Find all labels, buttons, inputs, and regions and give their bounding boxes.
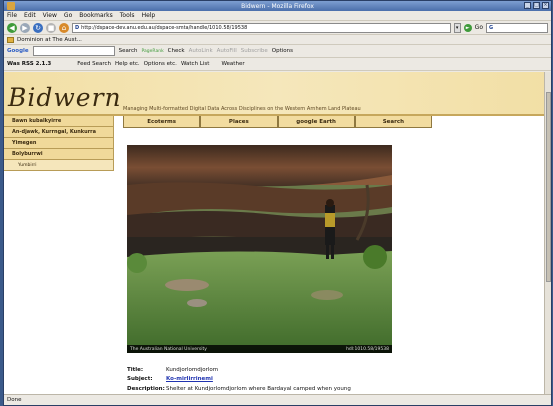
status-text: Done [7,397,22,403]
google-search-input[interactable] [32,46,115,56]
menu-help[interactable]: Help [142,12,156,19]
google-toolbar: Google Search PageRank Check AutoLink Au… [4,45,551,58]
menu-file[interactable]: File [7,12,17,19]
photo-caption: The Australian National University hdl:1… [127,345,392,353]
go-icon[interactable]: ► [463,23,472,32]
extension-toolbar: Was RSS 2.1.3 Feed Search Help etc. Opti… [4,58,551,71]
menu-bar: File Edit View Go Bookmarks Tools Help [4,11,551,21]
site-nav-tabs: Ecoterms Places google Earth Search [123,116,432,128]
tab-ecoterms[interactable]: Ecoterms [123,116,201,128]
subject-label: Subject: [127,376,153,383]
sidebar-item-yimegen[interactable]: Yimegen [4,138,114,149]
google-search-button[interactable]: Search [119,48,138,54]
menu-go[interactable]: Go [64,12,72,19]
stop-icon[interactable]: ■ [46,22,56,33]
tab-places[interactable]: Places [200,116,278,128]
scrollbar-thumb[interactable] [546,92,551,282]
feed-search-button[interactable]: Feed Search [77,61,111,67]
sidebar: Bawn kubalkyirre An-djawk, Kurrngal, Kun… [4,116,114,171]
site-favicon: D [75,24,80,31]
subject-link[interactable]: Ko-mirlirrinemi [166,376,213,382]
url-dropdown-icon[interactable]: ▾ [453,22,461,33]
sidebar-item-bolyburrwi[interactable]: Bolyburrwi [4,149,114,160]
back-icon[interactable]: ◀ [7,22,17,33]
menu-view[interactable]: View [43,12,57,19]
description-value: Shelter at Kundjorlomdjorlom where Barda… [166,385,351,392]
navigation-toolbar: ◀ ▶ ↻ ■ ⌂ D http://dspace-dev.anu.edu.au… [4,21,551,35]
title-bar: Bidwern - Mozilla Firefox _ □ × [4,1,551,11]
check-button[interactable]: Check [168,48,185,54]
description-row: Description: Shelter at Kundjorlomdjorlo… [127,384,351,394]
search-engine-label: G [489,24,494,31]
title-label: Title: [127,366,144,373]
weather-button[interactable]: Weather [221,61,244,67]
menu-tools[interactable]: Tools [120,12,135,19]
watch-list-button[interactable]: Watch List [181,61,210,67]
bookmark-icon [7,36,14,43]
page-content: Bidwern Managing Multi-formatted Digital… [4,72,551,395]
home-icon[interactable]: ⌂ [59,22,69,33]
status-bar: Done [4,394,551,405]
bookmarks-toolbar: Dominion at The Aust... [4,35,551,45]
close-icon[interactable]: × [542,2,549,9]
sidebar-item-an-djawk[interactable]: An-djawk, Kurrngal, Kunkurra [4,127,114,138]
rss-button[interactable]: Was RSS 2.1.3 [7,61,51,67]
menu-bookmarks[interactable]: Bookmarks [79,12,113,19]
minimize-icon[interactable]: _ [524,2,531,9]
title-row: Title: Kundjorlomdjorlom [127,365,351,375]
site-header: Bidwern Managing Multi-formatted Digital… [4,72,551,116]
subject-row: Subject: Ko-mirlirrinemi [127,375,351,385]
photo-credit: The Australian National University [130,346,207,352]
help-button[interactable]: Help etc. [115,61,140,67]
maximize-icon[interactable]: □ [533,2,540,9]
reload-icon[interactable]: ↻ [33,22,43,33]
bookmark-item[interactable]: Dominion at The Aust... [17,37,82,43]
record-metadata: Title: Kundjorlomdjorlom Subject: Ko-mir… [127,365,351,394]
site-logo[interactable]: Bidwern [8,83,122,112]
go-button[interactable]: Go [475,24,483,31]
autolink-button[interactable]: AutoLink [189,48,213,54]
app-icon [7,2,15,10]
title-value: Kundjorlomdjorlom [166,366,219,373]
url-field[interactable]: D http://dspace-dev.anu.edu.au/dspace-sm… [72,22,451,33]
photo-illustration [127,145,392,353]
forward-icon[interactable]: ▶ [20,22,30,33]
pagerank-indicator: PageRank [141,48,164,54]
site-tagline: Managing Multi-formatted Digital Data Ac… [123,106,361,112]
sidebar-item-bawn-kubalkyirre[interactable]: Bawn kubalkyirre [4,116,114,127]
tab-google-earth[interactable]: google Earth [277,116,355,128]
autofill-button[interactable]: AutoFill [217,48,237,54]
google-label: Google [7,48,29,54]
window-title: Bidwern - Mozilla Firefox [241,2,314,10]
sidebar-item-yumbirri[interactable]: Yumbirri [4,160,114,171]
url-text: http://dspace-dev.anu.edu.au/dspace-smta… [81,24,248,31]
tab-search[interactable]: Search [354,116,432,128]
subscribe-button[interactable]: Subscribe [241,48,268,54]
menu-edit[interactable]: Edit [24,12,36,19]
window-controls: _ □ × [524,2,549,9]
photo-handle: hdl:1010.58/19538 [346,346,389,352]
google-options-button[interactable]: Options [272,48,293,54]
browser-window: Bidwern - Mozilla Firefox _ □ × File Edi… [3,0,552,406]
vertical-scrollbar[interactable] [544,72,551,395]
description-label: Description: [127,385,165,392]
extension-options-button[interactable]: Options etc. [144,61,177,67]
search-field[interactable]: G [486,22,548,33]
rock-shelter-photo: The Australian National University hdl:1… [127,145,392,353]
